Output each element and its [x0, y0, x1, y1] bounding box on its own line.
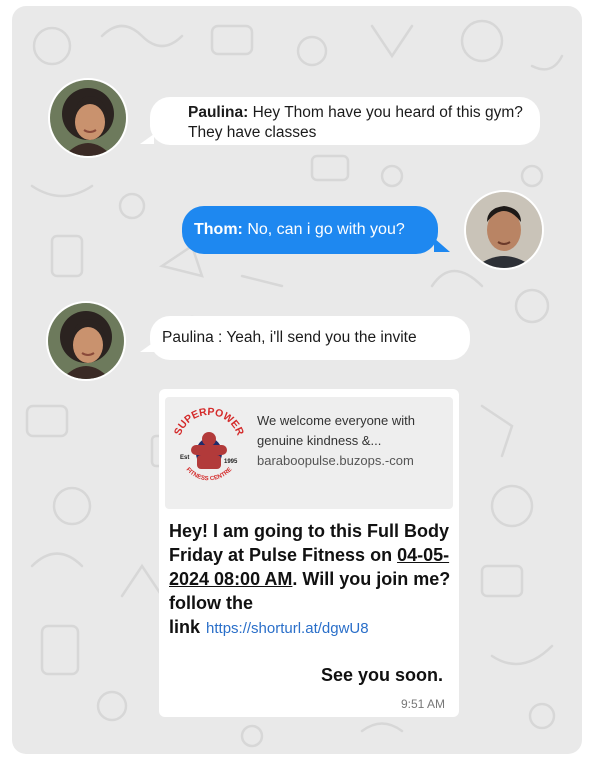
chat-window: Paulina: Hey Thom have you heard of this…	[12, 6, 582, 754]
message-bubble-paulina-1[interactable]: Paulina: Hey Thom have you heard of this…	[150, 97, 540, 145]
invite-message: Hey! I am going to this Full Body Friday…	[169, 519, 453, 641]
thom-avatar[interactable]	[464, 190, 544, 270]
link-message-card[interactable]: SUPERPOWER Est 1995 FITNESS CENTRE We we…	[159, 389, 459, 717]
message-text: Paulina: Hey Thom have you heard of this…	[188, 103, 528, 143]
message-text: Thom: No, can i go with you?	[194, 220, 405, 240]
message-sender: Thom:	[194, 221, 243, 238]
message-text: Paulina : Yeah, i'll send you the invite	[162, 328, 417, 348]
logo-est-text: Est	[180, 455, 189, 461]
link-preview-description: We welcome everyone with genuine kindnes…	[257, 413, 415, 448]
message-timestamp: 9:51 AM	[400, 697, 445, 711]
svg-text:FITNESS CENTRE: FITNESS CENTRE	[185, 467, 234, 482]
paulina-avatar-icon	[50, 80, 126, 156]
link-preview-domain: baraboopulse.buzops.-com	[257, 453, 414, 468]
paulina-avatar[interactable]	[46, 301, 126, 381]
superpower-fitness-logo: SUPERPOWER Est 1995 FITNESS CENTRE	[172, 406, 246, 482]
bubble-tail	[434, 238, 450, 252]
message-bubble-thom[interactable]: Thom: No, can i go with you?	[182, 206, 438, 254]
paulina-avatar[interactable]	[48, 78, 128, 158]
message-bubble-paulina-2[interactable]: Paulina : Yeah, i'll send you the invite	[150, 316, 470, 360]
bubble-tail	[140, 134, 154, 144]
link-preview[interactable]: SUPERPOWER Est 1995 FITNESS CENTRE We we…	[165, 397, 453, 509]
logo-bottom-text: FITNESS CENTRE	[185, 467, 234, 482]
invite-link[interactable]: https://shorturl.at/dgwU8	[206, 620, 369, 637]
message-sender: Paulina :	[162, 329, 223, 346]
message-body: No, can i go with you?	[247, 221, 405, 238]
message-body: Yeah, i'll send you the invite	[226, 329, 417, 346]
logo-year-text: 1995	[224, 459, 238, 465]
message-sender: Paulina:	[188, 104, 249, 121]
paulina-avatar-icon	[48, 303, 124, 379]
link-preview-text[interactable]: We welcome everyone with genuine kindnes…	[257, 411, 447, 471]
thom-avatar-icon	[466, 192, 542, 268]
closing-text: See you soon.	[320, 665, 443, 685]
